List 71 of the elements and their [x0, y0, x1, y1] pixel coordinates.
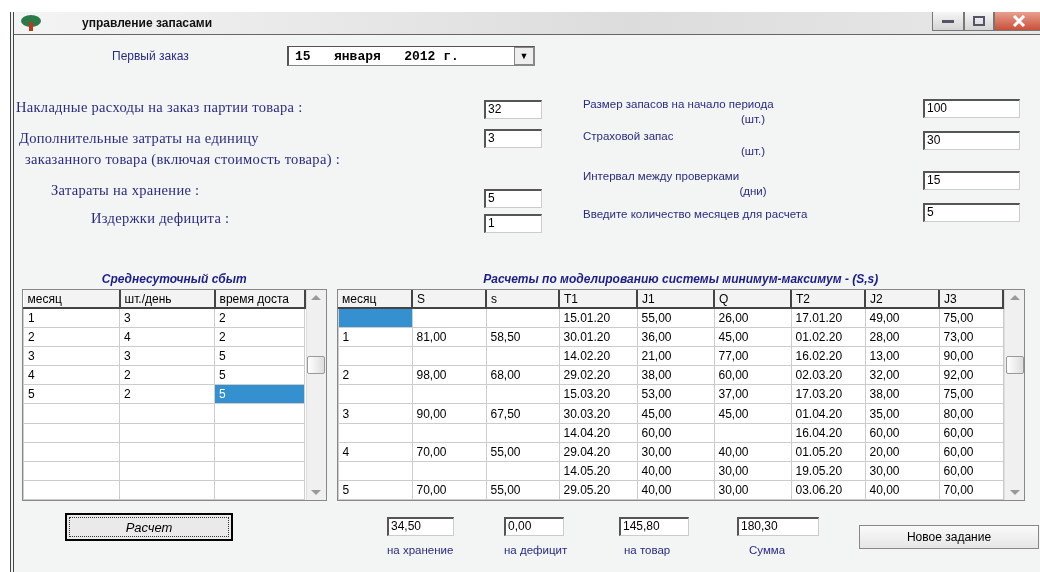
result-field[interactable]: 145,80	[619, 517, 689, 536]
table-cell: 1	[338, 327, 412, 347]
close-button[interactable]	[994, 11, 1040, 31]
column-header[interactable]: J3	[939, 290, 1003, 309]
input-field[interactable]: 5	[923, 203, 1020, 222]
field-label: Введите количество месяцев для расчета	[582, 207, 809, 222]
column-header[interactable]: T1	[559, 290, 637, 309]
column-header[interactable]: время доста	[214, 290, 305, 309]
data-grid[interactable]	[336, 289, 1025, 501]
input-field[interactable]: 30	[923, 131, 1020, 150]
field-label: Размер запасов на начало периода (шт.)	[582, 97, 775, 127]
field-label: Интервал между проверками (дни)	[582, 169, 768, 199]
column-header[interactable]: Q	[714, 290, 791, 309]
field-label: на дефицит	[504, 544, 569, 556]
window-title: управление запасами	[82, 16, 214, 30]
input-field[interactable]: 5	[484, 189, 542, 208]
minimize-icon	[942, 18, 954, 23]
table-cell: 4	[23, 365, 120, 385]
column-header[interactable]: шт./день	[119, 290, 215, 309]
table-cell: 3	[23, 346, 120, 366]
table-title: Среднесуточный сбыт	[100, 272, 248, 288]
table-cell: 2	[23, 327, 120, 347]
table-cell: 1	[23, 308, 120, 328]
table-cell: 2	[338, 365, 412, 385]
column-header[interactable]: s	[486, 290, 559, 309]
column-header[interactable]: J1	[637, 290, 714, 309]
new-task-button[interactable]: Новое задание	[859, 525, 1039, 549]
table-cell: 4	[338, 442, 412, 462]
column-header[interactable]: месяц	[23, 290, 120, 309]
input-field[interactable]: 32	[484, 100, 542, 119]
column-header[interactable]: T2	[791, 290, 865, 309]
maximize-button[interactable]	[964, 11, 994, 31]
table-cell: 3	[338, 403, 412, 424]
column-header[interactable]: S	[412, 290, 486, 309]
field-label: Сумма	[748, 544, 787, 556]
scroll-thumb[interactable]	[1005, 356, 1024, 374]
maximize-icon	[973, 15, 985, 26]
input-field[interactable]: 1	[484, 214, 542, 233]
field-label: Издержки дефицита :	[90, 209, 231, 228]
field-label: на товар	[623, 544, 672, 556]
result-field[interactable]: 0,00	[504, 517, 564, 536]
tree-icon	[20, 14, 42, 32]
data-grid[interactable]: месяц шт./день время доста 1 3 2 2 4 2 3 3 5 4 2 5 5 2 5	[22, 289, 327, 501]
table-cell: 5	[338, 480, 412, 500]
column-header[interactable]: J2	[865, 290, 939, 309]
result-field[interactable]: 180,30	[737, 517, 819, 536]
close-icon	[1012, 14, 1026, 27]
down-arrow-icon[interactable]	[311, 490, 321, 496]
up-arrow-icon[interactable]	[311, 294, 321, 300]
input-field[interactable]: 100	[923, 99, 1020, 118]
up-arrow-icon[interactable]	[1009, 294, 1020, 300]
calculate-button[interactable]: Расчет	[65, 513, 233, 541]
result-field[interactable]: 34,50	[387, 517, 454, 536]
input-field[interactable]: 3	[484, 129, 542, 148]
table-title: Расчеты по моделированию системы минимум-максимум - (S,s)	[482, 272, 880, 288]
column-header[interactable]: месяц	[338, 290, 412, 309]
dropdown-button[interactable]: ▼	[514, 47, 534, 65]
scrollbar[interactable]	[305, 290, 326, 500]
scroll-thumb[interactable]	[307, 356, 325, 374]
field-label: Страховой запас (шт.)	[582, 129, 767, 159]
down-arrow-icon[interactable]	[1009, 490, 1020, 496]
scrollbar[interactable]	[1004, 290, 1024, 500]
field-label: Дополнительные затраты на единицу заказанного товара (включая стоимость товара) :	[18, 129, 342, 169]
field-label: Затараты на хранение :	[50, 181, 201, 200]
field-label: Первый заказ	[112, 49, 190, 63]
input-field[interactable]: 15	[923, 171, 1020, 190]
date-dropdown[interactable]: 15 января 2012 г. ▼	[287, 46, 535, 66]
field-label: Накладные расходы на заказ партии товара :	[15, 98, 304, 117]
table-cell: 5	[23, 384, 120, 404]
minimize-button[interactable]	[932, 11, 964, 31]
field-label: на хранение	[387, 544, 455, 556]
